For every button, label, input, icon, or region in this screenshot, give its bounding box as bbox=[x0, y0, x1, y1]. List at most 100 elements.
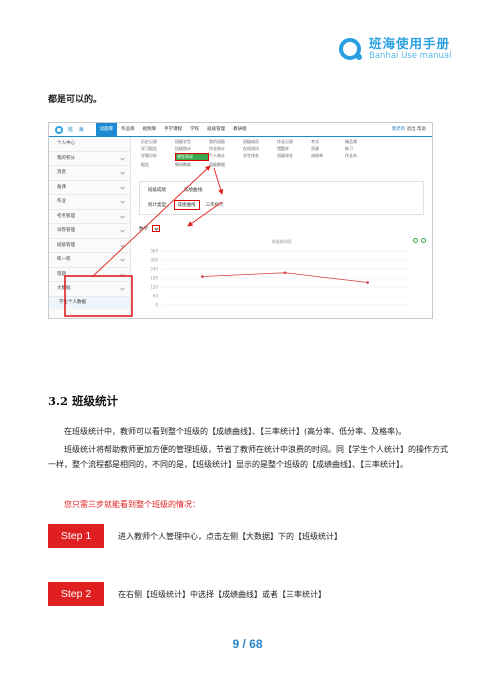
section-paragraph-3: 您只需三步就能看到整个班级的情况： bbox=[64, 500, 200, 509]
three-rate-option[interactable]: 三率统计 bbox=[206, 202, 224, 208]
subject-select[interactable]: 数学 bbox=[139, 225, 160, 232]
page-number: 9 / 68 bbox=[0, 637, 495, 651]
sidebar-item[interactable]: 备课 bbox=[49, 181, 130, 195]
app-user-name[interactable]: 我老师 bbox=[392, 127, 406, 132]
y-tick-label: 180 bbox=[150, 276, 158, 281]
y-tick-label: 120 bbox=[150, 285, 158, 290]
nav-item[interactable]: 试题库 bbox=[95, 123, 118, 137]
sidebar-item[interactable]: 个人中心 bbox=[49, 137, 130, 152]
stats-type-label: 统计类型: bbox=[148, 203, 168, 208]
logo-title: 班海使用手册 bbox=[369, 35, 451, 51]
chevron-down-icon bbox=[120, 228, 125, 233]
y-tick-label: 60 bbox=[153, 294, 159, 299]
chevron-down-icon bbox=[120, 271, 125, 277]
feature-link[interactable]: 班级排名 bbox=[277, 153, 311, 161]
nav-item[interactable]: 班级管理 bbox=[203, 123, 229, 137]
sidebar-item[interactable]: 练一练 bbox=[49, 253, 130, 268]
sidebar-item-label: 练一练 bbox=[57, 257, 71, 262]
score-line-chart: 360 300 240 180 120 60 0 bbox=[150, 249, 409, 308]
sidebar-item[interactable]: 大数据 bbox=[49, 282, 130, 297]
step-text: 进入教师个人管理中心，点击左侧【大数据】下的【班级统计】 bbox=[118, 531, 342, 541]
chevron-down-icon bbox=[120, 184, 125, 190]
feature-link[interactable]: 班级数据 bbox=[209, 162, 243, 168]
app-nav: 试题库 作业库 视频库 手学课程 学校 班级管理 教研组 bbox=[95, 123, 251, 137]
app-top-bar: 班 海 试题库 作业库 视频库 手学课程 学校 班级管理 教研组 我老师 退出 帮助 bbox=[49, 123, 432, 137]
sidebar-item[interactable]: 作业 bbox=[49, 195, 130, 210]
nav-item[interactable]: 手学课程 bbox=[160, 123, 186, 137]
sidebar-item-label: 试卷管理 bbox=[57, 228, 75, 233]
feature-link[interactable] bbox=[345, 162, 379, 168]
sidebar-item[interactable]: 班级管理 bbox=[49, 239, 130, 253]
sidebar-item-label: 我的积分 bbox=[57, 155, 75, 161]
section-paragraph-2: 班级统计将帮助教师更加方便的管理班级，节省了教师在统计中浪费的时间。同【学生个人… bbox=[48, 445, 448, 469]
section-paragraph-1: 在班级统计中，教师可以看到整个班级的【成绩曲线】、【三率统计】(高分率、低分率、… bbox=[64, 427, 407, 436]
feature-link[interactable]: 班级统计 bbox=[175, 146, 209, 152]
nav-item[interactable]: 作业库 bbox=[117, 123, 139, 137]
step-2: Step 2 在右侧【班级统计】中选择【成绩曲线】或者【三率统计】 bbox=[48, 582, 326, 606]
feature-link[interactable]: 作业记录 bbox=[277, 139, 311, 145]
feature-link[interactable]: 练习 bbox=[345, 146, 379, 152]
feature-link[interactable]: 报告 bbox=[141, 162, 175, 168]
chart-tools bbox=[413, 238, 426, 243]
sidebar-item[interactable]: 考务管理 bbox=[49, 210, 130, 224]
intro-text: 都是可以的。 bbox=[48, 95, 103, 105]
nav-item[interactable]: 学校 bbox=[186, 123, 203, 137]
feature-link[interactable] bbox=[243, 162, 277, 168]
feature-link[interactable]: 学情分析 bbox=[141, 153, 175, 161]
logo-subtitle: Banhai Use manual bbox=[369, 50, 452, 61]
feature-link[interactable]: 班级成员 bbox=[243, 139, 277, 145]
feature-link[interactable]: 我的班级 bbox=[209, 139, 243, 145]
download-icon[interactable] bbox=[421, 238, 426, 243]
chevron-down-icon bbox=[120, 170, 125, 175]
app-brand-text: 班 海 bbox=[68, 127, 86, 133]
nav-item[interactable]: 视频库 bbox=[139, 123, 161, 137]
feature-link[interactable]: 学习报告 bbox=[141, 146, 175, 152]
app-logo: 班 海 bbox=[55, 125, 86, 134]
score-curve-option[interactable]: 成绩曲线 bbox=[173, 200, 200, 210]
feature-link[interactable]: 考试 bbox=[311, 139, 345, 145]
feature-link[interactable] bbox=[311, 162, 345, 168]
data-point bbox=[283, 271, 287, 275]
feature-link[interactable]: 历史记录 bbox=[141, 139, 175, 145]
sidebar-item-label: 作业 bbox=[57, 199, 66, 204]
sidebar-item-label: 备课 bbox=[57, 184, 66, 190]
y-tick-label: 360 bbox=[150, 249, 158, 254]
feature-link[interactable] bbox=[277, 162, 311, 168]
feature-link[interactable]: 成绩单 bbox=[311, 153, 345, 161]
feature-link[interactable]: 在线测试 bbox=[243, 146, 277, 152]
feature-link[interactable]: 个人统计 bbox=[209, 153, 243, 161]
step-1: Step 1 进入教师个人管理中心，点击左侧【大数据】下的【班级统计】 bbox=[48, 524, 342, 548]
banhai-logo-icon bbox=[339, 38, 362, 60]
chevron-down-icon bbox=[120, 242, 125, 248]
sidebar-subitem[interactable]: 学生个人数据 bbox=[49, 296, 130, 309]
feature-link[interactable]: 班级学生 bbox=[175, 139, 209, 145]
nav-item[interactable]: 教研组 bbox=[229, 123, 251, 137]
chevron-down-icon[interactable] bbox=[152, 225, 160, 232]
y-tick-label: 0 bbox=[155, 303, 158, 308]
feature-link[interactable]: 错题本 bbox=[277, 146, 311, 152]
app-user-action[interactable]: 退出 bbox=[407, 127, 416, 132]
sidebar-item[interactable]: 消息 bbox=[49, 166, 130, 181]
brand-logo: 班海使用手册 Banhai Use manual bbox=[338, 36, 452, 62]
refresh-icon[interactable] bbox=[413, 238, 418, 243]
chevron-down-icon bbox=[120, 257, 125, 262]
sidebar-item[interactable]: 我的积分 bbox=[49, 152, 130, 166]
feature-link[interactable]: 资源 bbox=[311, 146, 345, 152]
feature-link[interactable]: 作业本 bbox=[345, 153, 379, 161]
sidebar-item[interactable]: 试卷管理 bbox=[49, 224, 130, 239]
feature-link[interactable]: 作业统计 bbox=[209, 146, 243, 152]
app-user-action[interactable]: 帮助 bbox=[417, 127, 426, 132]
feature-link[interactable]: 精品课 bbox=[345, 139, 379, 145]
feature-link[interactable]: 教研数据 bbox=[175, 162, 209, 168]
y-tick-label: 300 bbox=[150, 258, 158, 263]
page-total: 68 bbox=[249, 637, 263, 651]
sidebar-item-label: 错题 bbox=[57, 271, 66, 277]
feature-link[interactable]: 课堂表现 bbox=[175, 153, 209, 161]
sidebar-item[interactable]: 错题 bbox=[49, 268, 130, 282]
app-logo-icon bbox=[55, 125, 63, 134]
data-point bbox=[366, 281, 369, 284]
feature-link[interactable]: 学生排名 bbox=[243, 153, 277, 161]
sidebar-item-label: 考务管理 bbox=[57, 213, 75, 219]
step-badge: Step 1 bbox=[48, 524, 104, 548]
page-sep: / bbox=[239, 637, 250, 651]
